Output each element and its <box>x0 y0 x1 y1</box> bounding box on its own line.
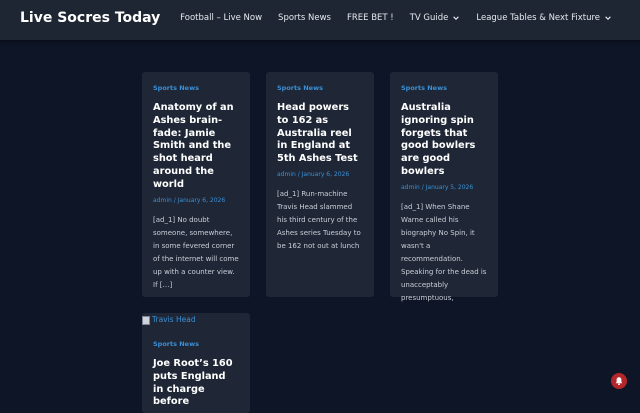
site-title[interactable]: Live Socres Today <box>20 10 160 26</box>
post-meta[interactable]: admin / January 5, 2026 <box>401 184 487 192</box>
nav-item-label: Football – Live Now <box>180 13 263 23</box>
broken-image-icon <box>142 315 150 325</box>
nav-item-label: FREE BET ! <box>346 13 394 23</box>
post-card: Travis Head Sports News Joe Root’s 160 p… <box>142 313 250 413</box>
nav-item-league-tables[interactable]: League Tables & Next Fixture <box>476 13 612 23</box>
nav-item-sports-news[interactable]: Sports News <box>278 13 331 23</box>
bell-icon <box>615 377 623 386</box>
chevron-down-icon[interactable] <box>452 14 460 22</box>
chevron-down-icon[interactable] <box>604 14 612 22</box>
post-category-link[interactable]: Sports News <box>277 84 363 93</box>
post-category-link[interactable]: Sports News <box>153 84 239 93</box>
post-category-link[interactable]: Sports News <box>153 340 239 349</box>
post-excerpt: [ad_1] When Shane Warne called his biogr… <box>401 202 487 302</box>
nav-item-free-bet[interactable]: FREE BET ! <box>347 13 394 23</box>
nav-item-label: Sports News <box>278 13 331 23</box>
nav-item-tv-guide[interactable]: TV Guide <box>410 13 461 23</box>
post-image-alt: Travis Head <box>152 315 196 324</box>
post-card: Sports News Australia ignoring spin forg… <box>390 72 498 302</box>
post-title-link[interactable]: Joe Root’s 160 puts England in charge be… <box>153 358 239 409</box>
post-meta[interactable]: admin / January 6, 2026 <box>153 197 239 205</box>
site-header: Live Socres Today Football – Live Now Sp… <box>0 0 640 40</box>
nav-item-football-live[interactable]: Football – Live Now <box>180 13 262 23</box>
post-card: Sports News Anatomy of an Ashes brain-fa… <box>142 72 250 297</box>
post-card: Sports News Head powers to 162 as Austra… <box>266 72 374 297</box>
post-image-link[interactable]: Travis Head <box>142 313 196 327</box>
nav-item-label: TV Guide <box>409 13 449 23</box>
post-excerpt: [ad_1] Run-machine Travis Head slammed h… <box>277 189 361 250</box>
post-meta[interactable]: admin / January 6, 2026 <box>277 171 363 179</box>
post-excerpt: [ad_1] No doubt someone, somewhere, in s… <box>153 215 239 289</box>
post-category-link[interactable]: Sports News <box>401 84 487 93</box>
main-nav: Football – Live Now Sports News FREE BET… <box>180 13 612 23</box>
post-title-link[interactable]: Australia ignoring spin forgets that goo… <box>401 102 487 179</box>
post-title-link[interactable]: Anatomy of an Ashes brain-fade: Jamie Sm… <box>153 102 239 192</box>
notification-button[interactable] <box>611 373 627 389</box>
post-title-link[interactable]: Head powers to 162 as Australia reel in … <box>277 102 363 166</box>
nav-item-label: League Tables & Next Fixture <box>476 13 600 23</box>
